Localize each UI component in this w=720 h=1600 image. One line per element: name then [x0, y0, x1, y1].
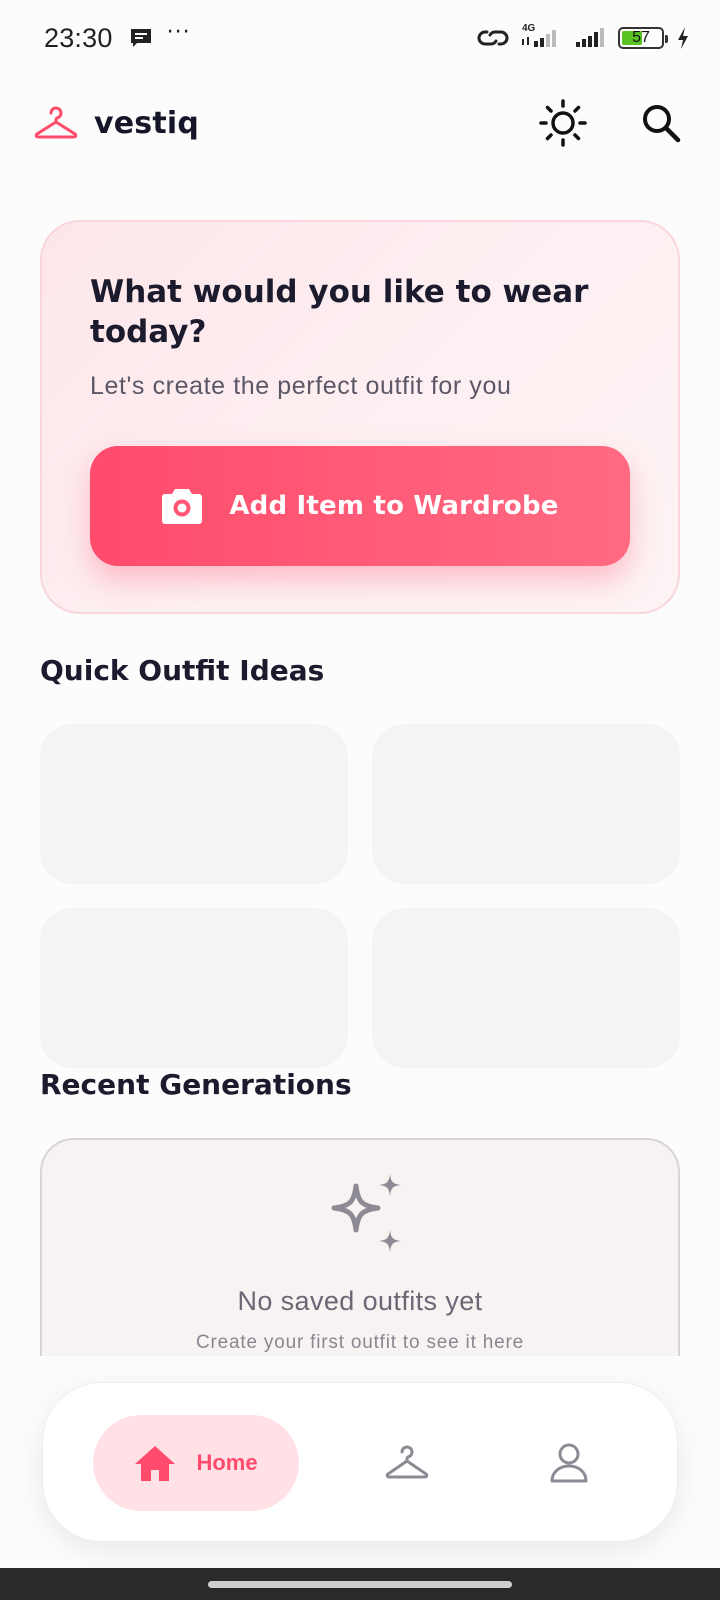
empty-state-title: No saved outfits yet [237, 1286, 483, 1316]
signal-4g-icon: 4G [520, 23, 564, 51]
status-bar: 23:30 ··· 4G 57 [0, 0, 720, 76]
quick-ideas-grid [40, 724, 680, 1068]
status-time: 23:30 [44, 22, 113, 53]
nav-wardrobe[interactable] [359, 1415, 455, 1511]
search-icon [643, 105, 681, 143]
outfit-idea-card[interactable] [40, 724, 348, 884]
hanger-logo-icon [34, 106, 78, 139]
outfit-idea-card[interactable] [40, 908, 348, 1068]
recent-generations-heading: Recent Generations [40, 1068, 352, 1101]
home-icon [135, 1446, 176, 1481]
link-icon [477, 30, 509, 46]
header-actions [538, 98, 686, 148]
app-name: vestiq [94, 105, 200, 141]
signal-icon [576, 28, 604, 47]
outfit-idea-card[interactable] [372, 724, 680, 884]
welcome-title: What would you like to wear today? [90, 274, 589, 350]
bottom-navigation: Home [42, 1382, 678, 1542]
welcome-subtitle: Let's create the perfect outfit for you [90, 372, 512, 400]
system-navigation-bar [0, 1568, 720, 1600]
hanger-icon [385, 1445, 429, 1479]
add-item-button[interactable]: Add Item to Wardrobe [90, 446, 630, 566]
charging-icon [678, 27, 688, 49]
more-notifications-icon: ··· [166, 20, 191, 45]
battery-level-text: 57 [632, 29, 650, 46]
status-left: 23:30 ··· [44, 20, 191, 54]
add-item-button-label: Add Item to Wardrobe [229, 491, 559, 521]
outfit-idea-card[interactable] [372, 908, 680, 1068]
app-header: vestiq [0, 90, 720, 156]
sparkles-icon [331, 1174, 401, 1252]
quick-ideas-heading: Quick Outfit Ideas [40, 654, 325, 687]
sun-icon [539, 99, 587, 147]
home-gesture-handle[interactable] [208, 1581, 512, 1588]
welcome-card: What would you like to wear today? Let's… [40, 220, 680, 614]
message-icon [130, 29, 151, 47]
theme-toggle-button[interactable] [538, 98, 588, 148]
brand: vestiq [34, 105, 199, 141]
nav-profile[interactable] [521, 1415, 617, 1511]
camera-icon [162, 489, 203, 524]
profile-icon [550, 1443, 588, 1483]
status-right: 4G 57 [476, 23, 690, 51]
search-button[interactable] [636, 98, 686, 148]
empty-state-subtitle: Create your first outfit to see it here [196, 1332, 524, 1353]
battery-icon: 57 [618, 27, 668, 49]
nav-home[interactable]: Home [93, 1415, 299, 1511]
nav-home-label: Home [196, 1450, 258, 1475]
